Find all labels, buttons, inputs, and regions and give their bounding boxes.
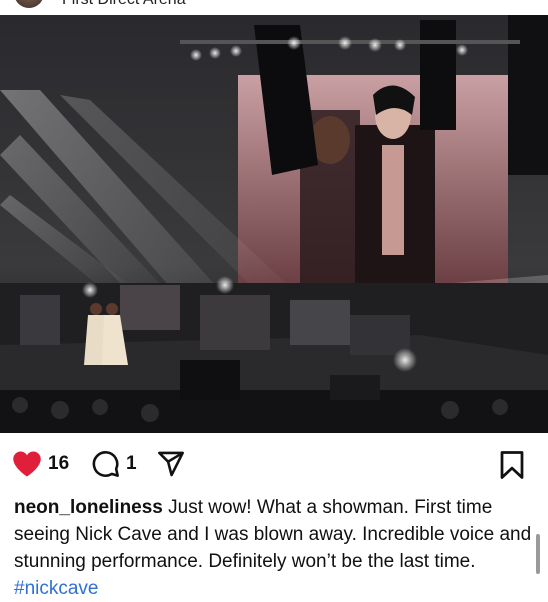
share-button[interactable] [156,450,186,478]
save-button[interactable] [498,450,526,480]
like-button[interactable]: 16 [12,450,69,478]
bookmark-icon [500,451,524,479]
avatar[interactable] [14,0,44,8]
comment-count: 1 [126,453,137,474]
post-photo[interactable] [0,15,548,433]
post-caption: neon_loneliness Just wow! What a showman… [14,494,534,602]
comment-button[interactable]: 1 [92,450,137,478]
post-actions: 16 1 [0,444,548,488]
heart-filled-icon [13,451,41,477]
post-header: First Direct Arena [0,0,548,12]
concert-photo [0,15,548,433]
post-location[interactable]: First Direct Arena [62,0,186,9]
caption-hashtag[interactable]: #nickcave [14,578,99,599]
like-count: 16 [48,453,70,474]
speech-bubble-icon [92,451,119,477]
caption-username[interactable]: neon_loneliness [14,497,163,518]
paper-plane-icon [158,451,184,477]
scrollbar[interactable] [536,534,540,574]
